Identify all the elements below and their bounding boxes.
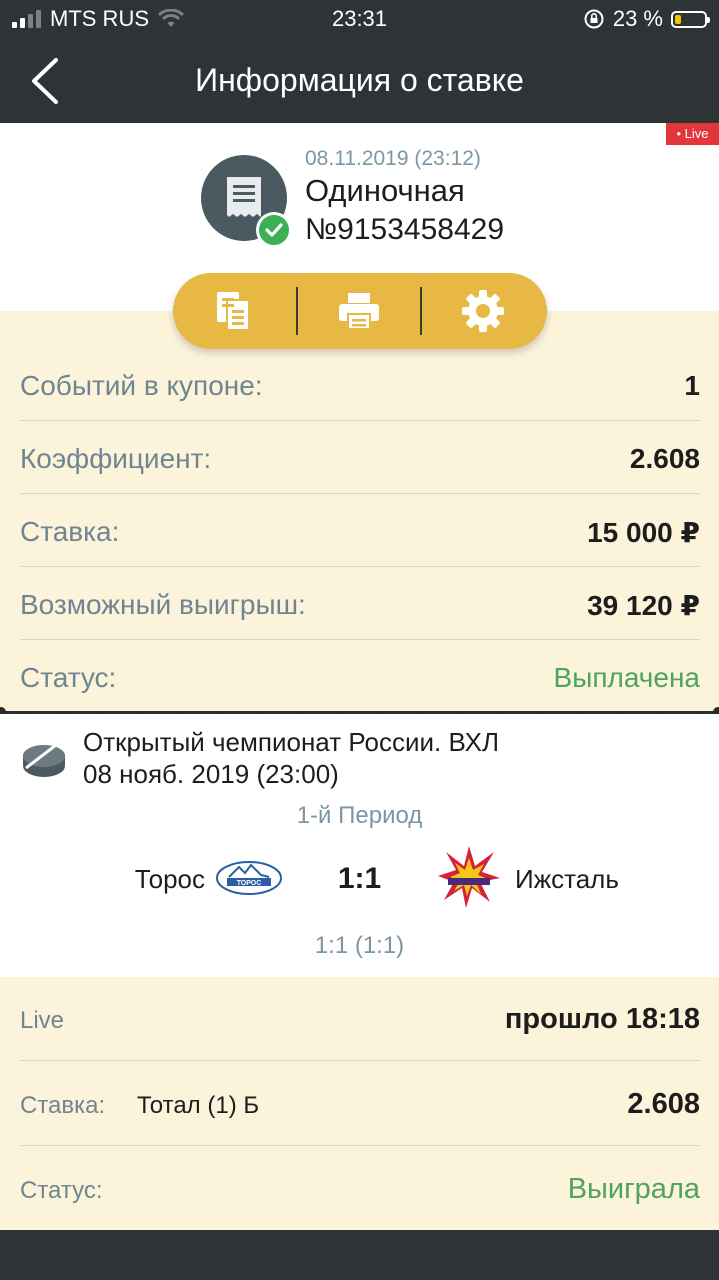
elapsed-time: прошло 18:18 [504,1003,700,1035]
battery-icon [671,10,710,28]
coupon-date: 08.11.2019 (23:12) [305,147,481,170]
live-badge: • Live [666,123,719,145]
row-label: Статус: [20,662,117,693]
action-separator [420,287,422,335]
event-date: 08 нояб. 2019 (23:00) [83,759,339,789]
status-value: Выплачена [553,662,700,693]
status-value: Выиграла [567,1173,700,1205]
event-period: 1-й Период [296,802,423,829]
rotation-lock-icon [584,9,604,29]
action-separator [296,287,298,335]
stake-market: Тотал (1) Б [137,1092,260,1119]
copy-button[interactable] [208,285,260,337]
row-value: 39 120 ₽ [587,590,700,621]
bet-row-stake: Ставка: Тотал (1) Б 2.608 [20,1062,700,1146]
period-score: 1:1 (1:1) [314,932,405,959]
summary-panel: Событий в купоне: 1 Коэффициент: 2.608 С… [0,311,719,711]
summary-row-status: Статус: Выплачена [20,640,700,713]
print-button[interactable] [333,285,385,337]
page-title: Информация о ставке [195,62,524,98]
copy-icon [217,292,250,331]
status-bar: MTS RUS 23:31 23 % [0,0,719,40]
hockey-icon [23,740,65,777]
row-value: 2.608 [629,443,700,474]
status-right: 23 % [583,6,710,32]
event-card[interactable]: Открытый чемпионат России. ВХЛ 08 нояб. … [0,714,719,977]
coupon-number: №9153458429 [305,213,505,246]
status-label: Статус: [20,1177,103,1204]
action-bar [173,273,547,349]
print-icon [339,293,379,330]
nav-bar: Информация о ставке [0,40,719,123]
row-label: Событий в купоне: [20,370,263,401]
row-label: Ставка: [20,516,120,547]
summary-row-stake: Ставка: 15 000 ₽ [20,494,700,567]
bet-row-status: Статус: Выиграла [20,1147,700,1231]
row-value: 1 [684,370,700,401]
stake-odds: 2.608 [627,1088,700,1120]
coupon-type: Одиночная [305,173,465,208]
live-label: Live [20,1007,65,1034]
gear-icon [462,290,504,332]
settings-button[interactable] [457,285,509,337]
summary-row-odds: Коэффициент: 2.608 [20,421,700,494]
stake-label: Ставка: [20,1092,106,1119]
row-value: 15 000 ₽ [587,517,700,548]
row-label: Коэффициент: [20,443,212,474]
summary-row-events: Событий в купоне: 1 [20,348,700,421]
check-icon [256,212,292,248]
tournament-name: Открытый чемпионат России. ВХЛ [83,727,500,757]
bet-details: Live прошло 18:18 Ставка: Тотал (1) Б 2.… [0,977,719,1230]
row-label: Возможный выигрыш: [20,589,306,620]
bet-row-live: Live прошло 18:18 [20,977,700,1061]
bottom-bar [0,1230,719,1280]
away-team-name: Ижсталь [515,864,619,894]
away-team-logo [438,846,500,908]
battery-percent: 23 % [612,6,663,31]
summary-row-payout: Возможный выигрыш: 39 120 ₽ [20,567,700,640]
